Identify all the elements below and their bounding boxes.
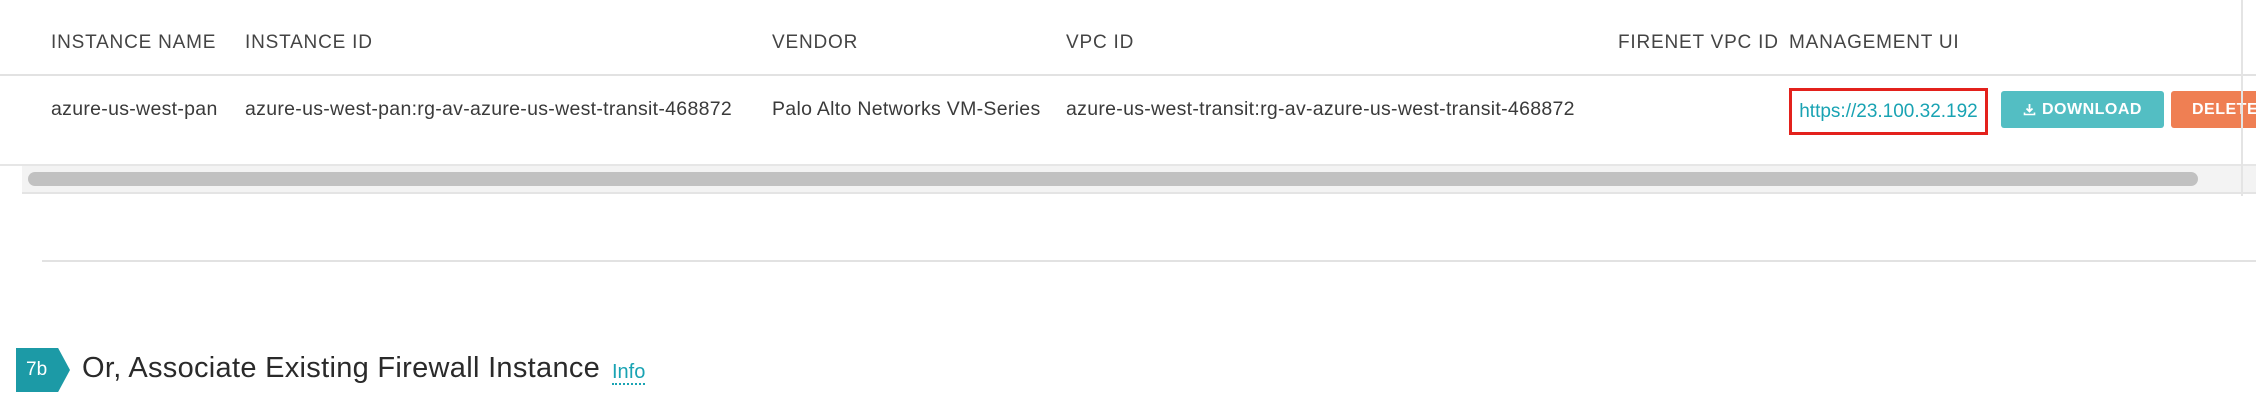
cell-vendor: Palo Alto Networks VM-Series <box>772 98 1041 120</box>
table-row: azure-us-west-pan azure-us-west-pan:rg-a… <box>0 76 2256 166</box>
section-divider <box>42 260 2256 262</box>
download-icon <box>2023 104 2036 116</box>
download-button[interactable]: DOWNLOAD <box>2001 91 2164 128</box>
delete-button[interactable]: DELETE <box>2171 91 2256 128</box>
cell-instance-name: azure-us-west-pan <box>51 98 218 120</box>
cell-instance-id: azure-us-west-pan:rg-av-azure-us-west-tr… <box>245 98 733 120</box>
section-title: Or, Associate Existing Firewall Instance <box>82 352 601 384</box>
header-firenet-vpc-id[interactable]: FIRENET VPC ID <box>1618 32 1779 54</box>
download-label: DOWNLOAD <box>2042 100 2142 118</box>
step-badge: 7b <box>16 348 70 392</box>
info-link[interactable]: Info <box>612 361 646 385</box>
management-ui-link-text: https://23.100.32.192 <box>1799 100 1978 122</box>
header-vendor[interactable]: VENDOR <box>772 32 858 54</box>
horizontal-scrollbar[interactable] <box>22 166 2256 194</box>
delete-label: DELETE <box>2192 100 2256 118</box>
header-vpc-id[interactable]: VPC ID <box>1066 32 1134 54</box>
table-header: INSTANCE NAME INSTANCE ID VENDOR VPC ID … <box>0 0 2256 76</box>
cell-vpc-id: azure-us-west-transit:rg-av-azure-us-wes… <box>1066 98 1575 120</box>
table-right-border <box>2241 0 2243 196</box>
header-management-ui[interactable]: MANAGEMENT UI <box>1789 32 1960 54</box>
header-instance-id[interactable]: INSTANCE ID <box>245 32 373 54</box>
firewall-instances-table: INSTANCE NAME INSTANCE ID VENDOR VPC ID … <box>0 0 2256 196</box>
scrollbar-thumb[interactable] <box>28 172 2198 186</box>
management-ui-link[interactable]: https://23.100.32.192 <box>1789 88 1988 135</box>
header-instance-name[interactable]: INSTANCE NAME <box>51 32 216 54</box>
